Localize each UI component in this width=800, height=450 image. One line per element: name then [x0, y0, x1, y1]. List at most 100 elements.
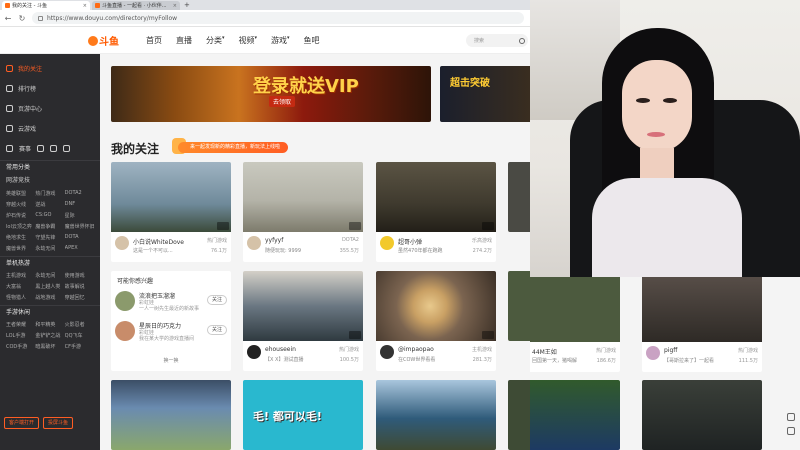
stream-thumbnail[interactable] [243, 162, 363, 232]
stream-thumbnail[interactable] [642, 277, 762, 342]
category-link[interactable]: DOTA2 [65, 190, 94, 197]
stream-card[interactable] [508, 271, 530, 341]
streamer-name[interactable]: pigff [664, 347, 734, 354]
tab-close-icon[interactable]: × [83, 3, 87, 9]
feedback-icon[interactable] [786, 413, 795, 421]
recommend-item[interactable]: 流浪把玉溜溜 彩虹娃 一人一树先生最近的新故事 关注 [115, 289, 227, 313]
avatar[interactable] [247, 345, 261, 359]
stream-card[interactable]: pigff 热门游戏 【哥斯拉来了】一起看 111.5万 [642, 277, 762, 372]
flag-icon[interactable] [63, 144, 71, 152]
promo-pill[interactable]: 来一起发现新的精彩直播，新玩法上线啦 [178, 142, 289, 153]
stream-category[interactable]: 乐高游戏 [472, 237, 492, 244]
stream-thumbnail[interactable] [642, 380, 762, 450]
sidebar-item-cloudgame[interactable]: 云游戏 [0, 118, 100, 138]
nav-live[interactable]: 直播 [176, 35, 192, 46]
open-client-button[interactable]: 客户端打开 [4, 417, 40, 429]
sidebar-item-follow[interactable]: 我的关注 [0, 58, 100, 78]
streamer-name[interactable]: 超哥小弹 [398, 237, 468, 246]
category-link[interactable]: 魔兽争霸 [35, 223, 64, 230]
category-link[interactable]: APEX [65, 245, 94, 252]
category-link[interactable]: LOL手游 [6, 332, 35, 339]
category-link[interactable]: 逆战 [35, 201, 64, 208]
streamer-name[interactable]: @impaopao [398, 346, 468, 353]
cast-button[interactable]: 投屏斗鱼 [43, 417, 74, 429]
refresh-recommend-button[interactable]: 换一换 [111, 357, 231, 364]
shield-icon[interactable] [37, 144, 45, 152]
category-link[interactable]: 魔兽世界 [6, 245, 35, 252]
settings-icon[interactable] [786, 427, 795, 435]
category-link[interactable]: 穿越回忆 [65, 294, 94, 301]
category-link[interactable]: 王者荣耀 [6, 321, 35, 328]
stream-thumbnail[interactable] [243, 271, 363, 341]
category-link[interactable]: 魔兽世界怀旧 [65, 223, 94, 230]
streamer-name[interactable]: 44M王如 [532, 347, 602, 356]
avatar[interactable] [115, 236, 129, 250]
stream-category[interactable]: 热门游戏 [207, 237, 227, 244]
stream-card[interactable] [376, 380, 496, 450]
avatar[interactable] [115, 321, 135, 341]
stream-card[interactable]: 毛! 都可以毛! [243, 380, 363, 450]
stream-thumbnail[interactable] [508, 380, 530, 450]
category-link[interactable]: 怪物猎人 [6, 294, 35, 301]
category-link[interactable]: 永劫无间 [35, 245, 64, 252]
nav-video[interactable]: 视频▾ [239, 35, 258, 46]
sidebar-item-label[interactable]: 赛事 [19, 144, 31, 153]
category-link[interactable]: 火影忍者 [65, 321, 94, 328]
streamer-name[interactable]: 小白说WhiteDove [133, 237, 203, 246]
follow-button[interactable]: 关注 [207, 295, 227, 305]
search-icon[interactable] [519, 37, 525, 44]
category-link[interactable]: 战地游戏 [35, 294, 64, 301]
stream-thumbnail[interactable] [111, 162, 231, 232]
category-link[interactable]: 星际 [65, 212, 94, 219]
stream-thumbnail[interactable] [530, 277, 620, 342]
category-link[interactable]: 绝地求生 [6, 234, 35, 241]
avatar[interactable] [247, 236, 261, 250]
category-link[interactable]: DOTA [65, 234, 94, 241]
stream-category[interactable]: DOTA2 [342, 237, 359, 243]
stream-thumbnail[interactable] [376, 162, 496, 232]
category-link[interactable]: CF手游 [65, 343, 94, 350]
category-link[interactable]: 英雄联盟 [6, 190, 35, 197]
douyu-logo[interactable]: 斗鱼 [88, 33, 122, 48]
sidebar-item-webgame[interactable]: 页游中心 [0, 98, 100, 118]
avatar[interactable] [646, 346, 660, 360]
stream-thumbnail[interactable] [508, 162, 530, 232]
stream-card[interactable]: @impaopao 主机游戏 在COW世界看看 281.3万 [376, 271, 496, 371]
category-link[interactable]: 和平精英 [35, 321, 64, 328]
refresh-icon[interactable]: ↻ [18, 14, 26, 23]
category-link[interactable]: lol云顶之弈 [6, 223, 35, 230]
stream-card[interactable]: ehouseein 热门游戏 【X X】测试直播 100.5万 [243, 271, 363, 371]
category-link[interactable]: 使用游戏 [65, 272, 94, 279]
recommend-item[interactable]: 星辰日的巧克力 彩虹娃 我在某大学的游戏直播间 关注 [115, 319, 227, 343]
nav-category[interactable]: 分类▾ [206, 35, 225, 46]
category-link[interactable]: COD手游 [6, 343, 35, 350]
category-link[interactable]: 守望先锋 [35, 234, 64, 241]
stream-thumbnail[interactable] [508, 271, 530, 341]
stream-card[interactable] [530, 380, 620, 450]
category-link[interactable]: DNF [65, 201, 94, 208]
back-icon[interactable]: ← [4, 14, 12, 23]
nav-home[interactable]: 首页 [146, 35, 162, 46]
search-input[interactable]: 搜索 [466, 34, 528, 47]
sidebar-item-rank[interactable]: 排行榜 [0, 78, 100, 98]
stream-thumbnail[interactable] [376, 271, 496, 341]
streamer-name[interactable]: yyfyyf [265, 237, 335, 244]
promo-banner-vip[interactable]: 登录就送VIP 去领取 [111, 66, 431, 122]
avatar[interactable] [115, 291, 135, 311]
banner-cta[interactable]: 去领取 [269, 96, 296, 107]
match-icon[interactable] [6, 144, 13, 152]
category-link[interactable]: 热门游戏 [35, 190, 64, 197]
browser-tab-live[interactable]: 斗鱼直播 - 一起看 · 小伙伴... × [92, 1, 180, 10]
avatar[interactable] [380, 345, 394, 359]
stream-card[interactable] [508, 162, 530, 232]
stream-thumbnail[interactable] [530, 380, 620, 450]
stream-card[interactable] [111, 380, 231, 450]
stream-card[interactable] [508, 380, 530, 450]
stream-thumbnail[interactable] [376, 380, 496, 450]
stream-card[interactable]: 超哥小弹 乐高游戏 虽然470年都在跑跑 274.2万 [376, 162, 496, 262]
browser-tab-follow[interactable]: 我的关注 - 斗鱼 × [2, 1, 90, 10]
nav-yuba[interactable]: 鱼吧 [304, 35, 320, 46]
stream-card[interactable] [642, 380, 762, 450]
promo-banner-game[interactable]: 超击突破 [440, 66, 530, 122]
category-link[interactable]: 永劫无间 [35, 272, 64, 279]
